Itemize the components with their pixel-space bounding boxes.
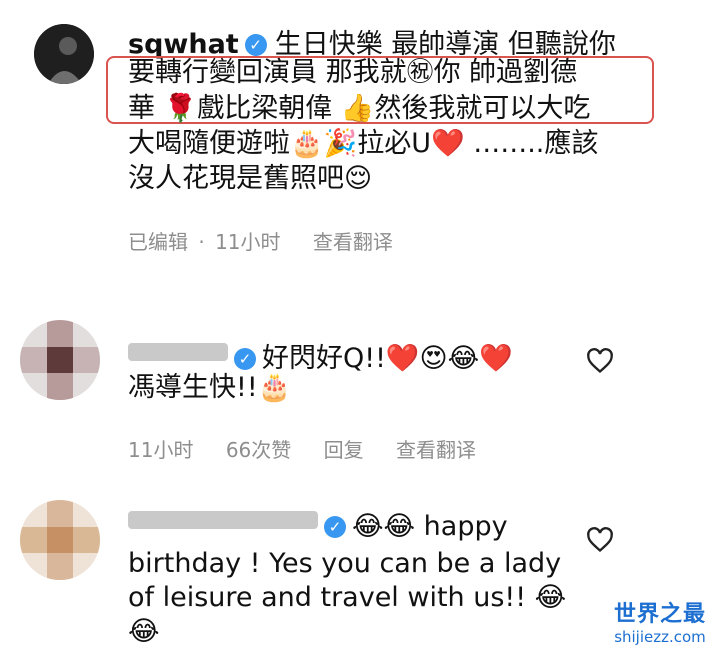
edited-label: 已编辑 [128,230,188,254]
comment-text-line: 😂😂 happy [352,511,508,542]
comment-text-line: 😂 [128,616,160,647]
comment-text-line: 要轉行變回演員 那我就㊗你 帥過劉德 [128,57,578,88]
see-translation-link[interactable]: 查看翻译 [313,230,393,254]
watermark-title: 世界之最 [613,602,706,627]
comment-text-line: of leisure and travel with us!! 😂 [128,582,567,613]
comment-meta: 11小时 66次赞 回复 查看翻译 [128,434,502,463]
watermark-url: shijiezz.com [614,628,706,646]
avatar[interactable] [20,320,100,400]
comment-text-line: birthday ! Yes you can be a lady [128,548,562,579]
see-translation-link[interactable]: 查看翻译 [396,438,476,462]
blurred-username[interactable] [128,511,318,529]
avatar[interactable] [20,500,100,580]
comment-text-line: 沒人花現是舊照吧😌 [128,163,373,194]
avatar[interactable] [34,24,94,84]
verified-badge-icon: ✓ [324,516,346,538]
comment-text-line: 好閃好Q!!❤️😍😂❤️ [262,343,513,374]
comment-text-line: 大喝隨便遊啦🎂🎉拉必U❤️ ……..應該 [128,128,599,159]
blurred-username[interactable] [128,343,228,361]
comment-meta: 已编辑 · 11小时 查看翻译 [128,226,419,255]
like-count[interactable]: 66次赞 [226,438,291,462]
verified-badge-icon: ✓ [244,34,267,56]
timestamp: 11小时 [128,438,194,462]
verified-badge-icon: ✓ [234,348,256,370]
comment-text-line: 馮導生快!!🎂 [128,372,292,403]
reply-link[interactable]: 回复 [324,438,364,462]
comment-text-line: 華 🌹戲比梁朝偉 👍然後我就可以大吃 [128,93,591,124]
timestamp: 11小时 [215,230,281,254]
heart-outline-icon[interactable] [586,526,614,554]
watermark: 世界之最 shijiezz.com [614,596,706,646]
meta-separator: · [198,230,205,254]
heart-outline-icon[interactable] [586,347,614,375]
